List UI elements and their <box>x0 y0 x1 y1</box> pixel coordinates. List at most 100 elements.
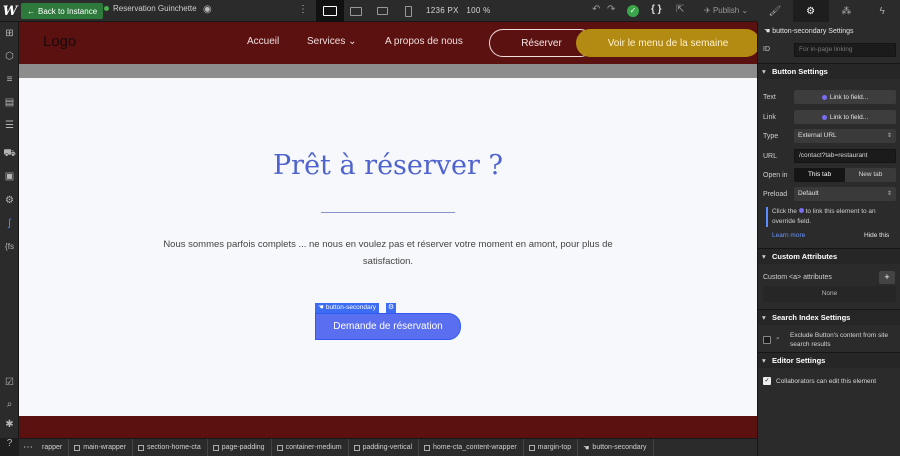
cms-icon[interactable]: ☰ <box>3 119 16 132</box>
status-dot-icon <box>104 6 109 11</box>
breadcrumb-item[interactable]: home-cta_content-wrapper <box>419 439 524 456</box>
chevron-down-icon: ⌄ <box>348 36 357 47</box>
cta-heading[interactable]: Prêt à réserver ? <box>19 150 757 181</box>
code-export-icon[interactable]: { } <box>651 4 662 16</box>
tab-lightning[interactable]: ϟ <box>864 0 900 22</box>
desktop-breakpoint-button[interactable] <box>316 0 344 22</box>
site-navbar[interactable]: Logo Accueil Services ⌄ A propos de nous… <box>19 22 757 64</box>
more-options-icon[interactable]: ⋮ <box>298 4 308 16</box>
back-to-instance-button[interactable]: ← Back to Instance <box>21 3 104 19</box>
nav-link-accueil[interactable]: Accueil <box>247 36 279 47</box>
panel-title: ☚ button-secondary Settings <box>764 28 854 35</box>
ecommerce-icon[interactable]: ⛟ <box>3 147 16 160</box>
search-exclude-icon: ⌕ <box>776 335 780 342</box>
text-link-to-field-button[interactable]: Link to field... <box>794 90 896 104</box>
id-label: ID <box>763 46 770 53</box>
type-select[interactable]: External URL <box>794 129 896 143</box>
chevron-down-icon: ⌄ <box>741 6 749 15</box>
button-settings-header[interactable]: Button Settings <box>758 63 900 80</box>
hand-icon: ☚ <box>764 28 771 35</box>
breadcrumb-item[interactable]: page-padding <box>208 439 272 456</box>
search-icon[interactable]: ⌕ <box>3 398 16 411</box>
zoom-level: 100 % <box>466 6 491 15</box>
url-field[interactable]: /contact?tab=restaurant <box>794 149 896 163</box>
custom-attributes-header[interactable]: Custom Attributes <box>758 248 900 265</box>
mobile-breakpoint-button[interactable] <box>394 0 422 22</box>
webflow-designer: W ← Back to Instance Reservation Guinche… <box>0 0 900 456</box>
section-separator <box>19 64 757 78</box>
link-link-to-field-button[interactable]: Link to field... <box>794 110 896 124</box>
add-attribute-button[interactable]: + <box>879 271 895 284</box>
saved-check-icon[interactable]: ✓ <box>627 5 639 17</box>
editor-settings-header[interactable]: Editor Settings <box>758 352 900 369</box>
site-logo[interactable]: Logo <box>43 33 76 50</box>
share-icon[interactable]: ⇱ <box>676 4 684 16</box>
breadcrumb-item[interactable]: main-wrapper <box>69 439 134 456</box>
nav-link-services[interactable]: Services ⌄ <box>307 36 357 47</box>
help-icon[interactable]: ? <box>3 437 16 450</box>
desktop-icon <box>323 6 337 16</box>
symbols-icon[interactable]: ⬡ <box>3 50 16 63</box>
collaborators-edit-checkbox[interactable]: ✓ <box>763 377 771 385</box>
tab-style[interactable]: 🖌 <box>757 0 793 22</box>
tablet-icon <box>376 7 388 15</box>
url-label: URL <box>763 153 778 160</box>
tablet-breakpoint-button[interactable] <box>368 0 396 22</box>
design-canvas[interactable]: Logo Accueil Services ⌄ A propos de nous… <box>19 22 757 438</box>
breadcrumb-more-icon[interactable]: ⋯ <box>19 442 37 453</box>
link-label: Link <box>763 114 776 121</box>
id-field[interactable]: For in-page linking <box>794 43 896 57</box>
override-hint: Click the to link this element to an ove… <box>766 207 897 227</box>
navigator-icon[interactable]: ≡ <box>3 73 16 86</box>
breadcrumb-item[interactable]: margin-top <box>524 439 579 456</box>
add-elements-icon[interactable]: ⊞ <box>3 27 16 40</box>
element-breadcrumb: ⋯ rapper main-wrapper section-home-cta p… <box>19 438 757 456</box>
arrow-left-icon: ← <box>27 6 35 16</box>
nav-link-a-propos[interactable]: A propos de nous <box>385 36 463 47</box>
brush-icon: 🖌 <box>768 5 782 17</box>
breadcrumb-item[interactable]: padding-vertical <box>349 439 420 456</box>
preload-label: Preload <box>763 191 788 198</box>
element-settings-gear-icon[interactable]: ⚙ <box>386 303 396 313</box>
menu-semaine-button[interactable]: Voir le menu de la semaine <box>576 29 757 57</box>
div-block-icon <box>138 444 145 451</box>
preview-eye-icon[interactable]: ◉ <box>203 4 215 16</box>
open-this-tab-option[interactable]: This tab <box>794 168 845 182</box>
field-link-icon <box>798 208 804 213</box>
publish-button[interactable]: ✈ Publish ⌄ <box>704 6 748 15</box>
assets-icon[interactable]: ▣ <box>3 170 16 183</box>
settings-icon[interactable]: ⚙ <box>3 194 16 207</box>
cta-paragraph[interactable]: Nous sommes parfois complets ... ne nous… <box>149 236 627 270</box>
pages-icon[interactable]: ▤ <box>3 96 16 109</box>
tablet-landscape-breakpoint-button[interactable] <box>342 0 370 22</box>
webflow-logo-icon[interactable]: W <box>0 0 20 22</box>
hide-hint-button[interactable]: Hide this <box>864 232 889 239</box>
breadcrumb-item-active[interactable]: ☚ button-secondary <box>578 439 654 456</box>
tab-interactions[interactable]: ⁂ <box>829 0 865 22</box>
open-new-tab-option[interactable]: New tab <box>845 168 896 182</box>
finsweet-icon[interactable]: ʃ <box>3 217 16 230</box>
site-footer[interactable] <box>19 416 757 438</box>
preload-select[interactable]: Default <box>794 187 896 201</box>
breadcrumb-item[interactable]: section-home-cta <box>133 439 208 456</box>
exclude-search-checkbox[interactable] <box>763 336 771 344</box>
site-name[interactable]: Reservation Guinchette <box>104 4 197 13</box>
redo-icon[interactable]: ↷ <box>607 4 615 16</box>
hand-icon: ☚ <box>318 304 324 311</box>
breadcrumb-item[interactable]: rapper <box>37 439 70 456</box>
reservation-request-button[interactable]: Demande de réservation <box>315 313 461 340</box>
fs-attributes-icon[interactable]: {fs <box>3 240 16 253</box>
div-block-icon <box>276 444 283 451</box>
apps-icon[interactable]: ✱ <box>3 418 16 431</box>
tab-settings[interactable]: ⚙ <box>792 0 829 22</box>
viewport-readout: 1236 PX 100 % <box>426 6 491 15</box>
search-index-header[interactable]: Search Index Settings <box>758 309 900 326</box>
div-block-icon <box>528 444 535 451</box>
audit-check-icon[interactable]: ☑ <box>3 376 16 389</box>
selected-element-tag[interactable]: ☚ button-secondary <box>315 303 380 313</box>
div-block-icon <box>353 444 360 451</box>
undo-icon[interactable]: ↶ <box>592 4 600 16</box>
learn-more-link[interactable]: Learn more <box>772 232 805 239</box>
breadcrumb-item[interactable]: container-medium <box>272 439 349 456</box>
field-link-icon <box>821 114 827 120</box>
